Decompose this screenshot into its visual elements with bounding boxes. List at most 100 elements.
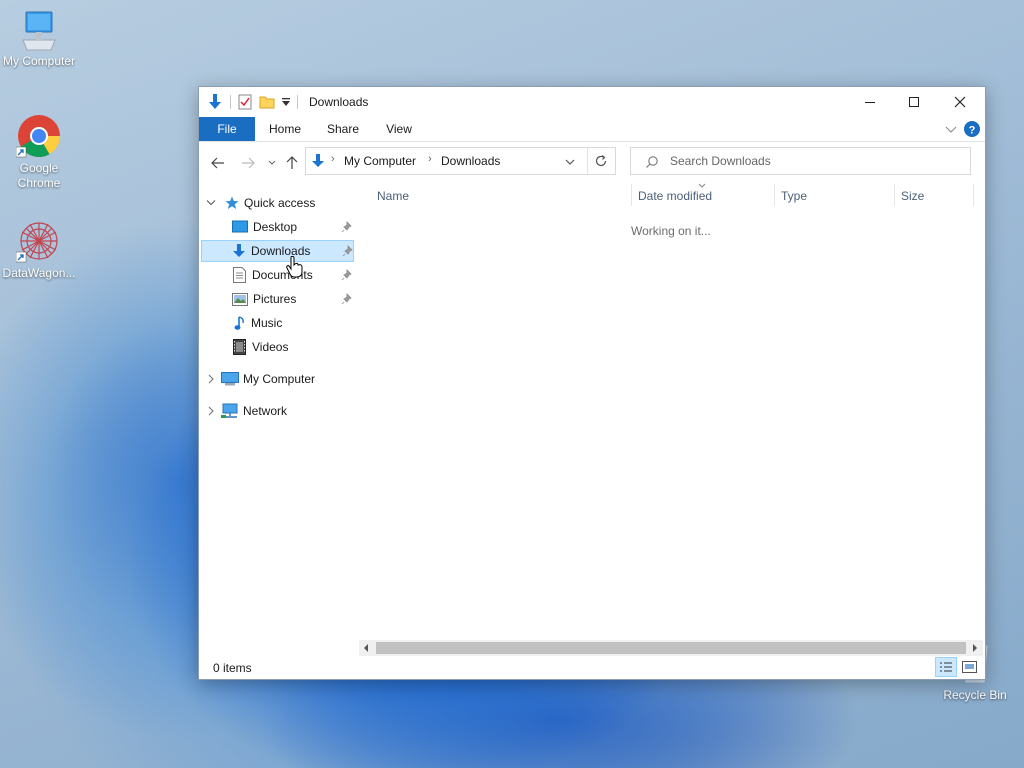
forward-arrow-icon	[242, 157, 255, 169]
chevron-right-icon[interactable]	[207, 374, 215, 384]
breadcrumb-separator-icon: ›	[331, 153, 335, 165]
title-bar[interactable]: Downloads	[199, 87, 985, 117]
computer-icon	[221, 372, 239, 386]
nav-network[interactable]: Network	[199, 400, 359, 422]
music-icon	[234, 316, 244, 330]
chevron-down-icon[interactable]	[206, 199, 216, 207]
videos-icon	[233, 339, 246, 355]
pictures-icon	[232, 292, 248, 306]
customize-toolbar-icon[interactable]	[282, 97, 290, 107]
navigation-pane: Quick access Desktop Downloads Documents	[199, 192, 359, 653]
desktop-icon-label: My Computer	[2, 54, 76, 68]
nav-item-desktop[interactable]: Desktop	[199, 216, 355, 238]
pin-icon	[341, 269, 352, 281]
column-header-size[interactable]: Size	[901, 189, 924, 203]
nav-quick-access[interactable]: Quick access	[199, 192, 359, 214]
search-placeholder: Search Downloads	[670, 154, 771, 168]
chevron-right-icon[interactable]	[207, 406, 215, 416]
working-status-text: Working on it...	[631, 224, 711, 238]
desktop-icon-label: Google Chrome	[17, 161, 61, 190]
large-icons-view-button[interactable]	[959, 657, 981, 677]
expand-ribbon-icon[interactable]	[945, 124, 957, 134]
breadcrumb-separator-icon: ›	[428, 153, 432, 165]
new-folder-icon[interactable]	[259, 94, 275, 110]
downloads-arrow-icon	[233, 244, 245, 257]
nav-label: My Computer	[243, 372, 316, 386]
computer-icon	[22, 11, 56, 51]
downloads-arrow-icon	[312, 154, 324, 167]
datawagon-icon	[16, 222, 58, 263]
desktop-icon-chrome[interactable]: Google Chrome	[0, 113, 78, 191]
close-icon	[954, 96, 966, 108]
address-bar[interactable]: › My Computer › Downloads	[305, 147, 616, 175]
nav-label: Music	[251, 316, 283, 330]
desktop-icon-datawagon[interactable]: DataWagon...	[0, 218, 78, 281]
window-title: Downloads	[309, 95, 369, 109]
nav-label: Videos	[252, 340, 289, 354]
nav-label: Pictures	[253, 292, 297, 306]
chrome-icon	[16, 115, 61, 158]
column-header-type[interactable]: Type	[781, 189, 807, 203]
tab-home[interactable]: Home	[259, 117, 311, 141]
close-button[interactable]	[937, 87, 983, 117]
help-icon[interactable]: ?	[964, 121, 980, 137]
scroll-right-icon[interactable]	[972, 644, 978, 652]
downloads-arrow-icon	[209, 94, 221, 109]
forward-button[interactable]	[239, 154, 257, 172]
quick-access-toolbar	[207, 93, 298, 111]
breadcrumb-my-computer[interactable]: My Computer	[344, 154, 416, 168]
desktop-icon-label: DataWagon...	[2, 266, 76, 280]
hand-cursor-icon	[286, 256, 303, 278]
back-arrow-icon	[211, 157, 224, 169]
star-icon	[225, 196, 239, 209]
tab-share[interactable]: Share	[317, 117, 369, 141]
file-list[interactable]: Name Date modified Type Size Working on …	[369, 182, 975, 653]
network-icon	[221, 403, 238, 418]
nav-label: Desktop	[253, 220, 298, 234]
properties-icon[interactable]	[238, 94, 252, 110]
breadcrumb-downloads[interactable]: Downloads	[441, 154, 500, 168]
horizontal-scrollbar[interactable]	[359, 640, 983, 656]
address-dropdown-icon[interactable]	[564, 157, 576, 167]
nav-label: Quick access	[244, 196, 316, 210]
nav-item-music[interactable]: Music	[199, 312, 355, 334]
tab-file[interactable]: File	[199, 117, 255, 141]
nav-item-pictures[interactable]: Pictures	[199, 288, 355, 310]
details-view-icon	[940, 662, 952, 672]
chevron-down-icon	[268, 160, 276, 165]
maximize-icon	[909, 97, 919, 107]
back-button[interactable]	[209, 154, 227, 172]
desktop-icon-label: Recycle Bin	[943, 688, 1007, 702]
nav-label: Network	[243, 404, 288, 418]
nav-item-videos[interactable]: Videos	[199, 336, 355, 358]
navigation-bar: › My Computer › Downloads Search Downloa…	[199, 142, 985, 182]
search-icon	[646, 156, 658, 168]
column-header-date-modified[interactable]: Date modified	[638, 189, 712, 203]
explorer-window: Downloads File Home Share View ? › My Co…	[198, 86, 986, 680]
nav-item-downloads[interactable]: Downloads	[201, 240, 354, 262]
search-box[interactable]: Search Downloads	[630, 147, 971, 175]
nav-my-computer[interactable]: My Computer	[199, 368, 359, 390]
pin-icon	[342, 245, 353, 257]
scrollbar-thumb[interactable]	[376, 642, 966, 654]
pin-icon	[341, 293, 352, 305]
tab-view[interactable]: View	[373, 117, 425, 141]
large-icons-view-icon	[962, 661, 977, 673]
maximize-button[interactable]	[891, 87, 937, 117]
up-button[interactable]	[283, 154, 301, 172]
details-view-button[interactable]	[935, 657, 957, 677]
ribbon-tabs: File Home Share View ?	[199, 117, 985, 142]
refresh-icon[interactable]	[594, 154, 608, 168]
up-arrow-icon	[286, 156, 298, 169]
recent-locations-button[interactable]	[263, 154, 281, 172]
sort-indicator-icon	[698, 183, 706, 188]
svg-text:?: ?	[969, 125, 976, 137]
document-icon	[233, 267, 246, 283]
status-item-count: 0 items	[213, 661, 252, 675]
scroll-left-icon[interactable]	[363, 644, 369, 652]
column-header-name[interactable]: Name	[377, 189, 409, 203]
minimize-button[interactable]	[847, 87, 893, 117]
desktop-icon-my-computer[interactable]: My Computer	[0, 10, 78, 69]
nav-item-documents[interactable]: Documents	[199, 264, 355, 286]
desktop-icon	[232, 220, 248, 233]
